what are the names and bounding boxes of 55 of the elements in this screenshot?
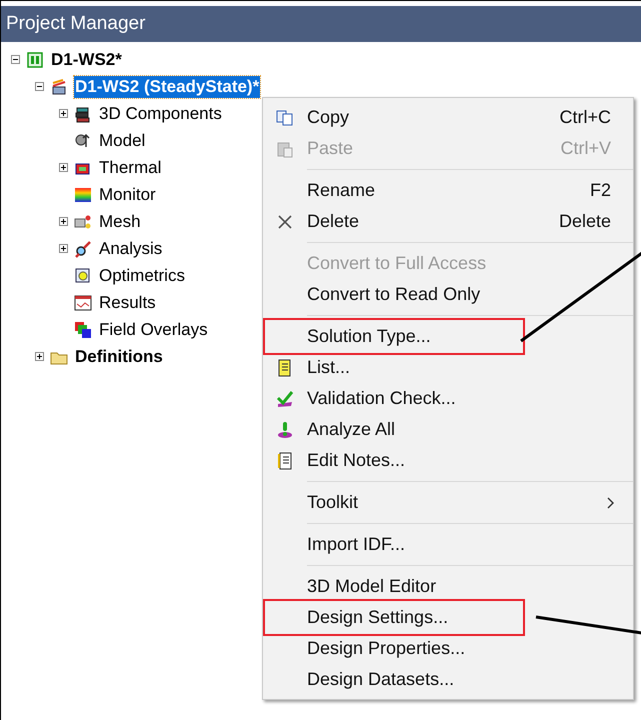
checkmark-icon: [276, 390, 294, 408]
menu-item[interactable]: Design Settings...: [307, 604, 448, 631]
tree-item[interactable]: D1-WS2*: [50, 48, 123, 70]
shortcut-label: F2: [590, 179, 612, 202]
board-icon: [26, 50, 44, 68]
tree-item[interactable]: Results: [98, 292, 157, 314]
tree-item[interactable]: Monitor: [98, 184, 157, 206]
panel-title-bar: Project Manager: [1, 6, 641, 42]
paste-icon: [276, 140, 294, 158]
menu-item[interactable]: Delete: [307, 208, 360, 235]
stacked-blocks-icon: [74, 104, 92, 122]
menu-item[interactable]: Design Datasets...: [307, 666, 454, 693]
menu-item[interactable]: Convert to Read Only: [307, 281, 480, 308]
expand-toggle[interactable]: [59, 217, 68, 226]
menu-item[interactable]: Validation Check...: [307, 385, 456, 412]
tree-item[interactable]: Model: [98, 130, 146, 152]
menu-item[interactable]: Import IDF...: [307, 531, 406, 558]
chart-window-icon: [74, 294, 92, 312]
menu-item[interactable]: Copy: [307, 104, 350, 131]
tree-item[interactable]: D1-WS2 (SteadyState)*: [74, 76, 260, 98]
probe-icon: [74, 240, 92, 258]
expand-toggle[interactable]: [59, 163, 68, 172]
notepad-icon: [276, 452, 294, 470]
design-icon: [50, 78, 68, 96]
gradient-bar-icon: [74, 186, 92, 204]
menu-item[interactable]: Solution Type...: [307, 323, 431, 350]
expand-toggle[interactable]: [59, 244, 68, 253]
delete-icon: [276, 212, 294, 230]
shortcut-label: Ctrl+V: [560, 137, 612, 160]
tree-item[interactable]: Definitions: [74, 346, 164, 368]
menu-item[interactable]: List...: [307, 354, 350, 381]
shortcut-label: Ctrl+C: [559, 106, 612, 129]
copy-icon: [276, 108, 294, 126]
tree-item[interactable]: Thermal: [98, 156, 162, 178]
collapse-toggle[interactable]: [11, 55, 20, 64]
tree-item[interactable]: 3D Components: [98, 102, 223, 124]
menu-item[interactable]: 3D Model Editor: [307, 573, 436, 600]
exclamation-icon: [276, 420, 294, 438]
menu-item[interactable]: Design Properties...: [307, 635, 466, 662]
shortcut-label: Delete: [558, 210, 612, 233]
mesh-icon: [74, 212, 92, 230]
expand-toggle[interactable]: [59, 109, 68, 118]
tree-item[interactable]: Mesh: [98, 210, 142, 232]
menu-item[interactable]: Analyze All: [307, 416, 396, 443]
tree-item[interactable]: Analysis: [98, 238, 164, 260]
menu-item[interactable]: Toolkit: [307, 489, 358, 516]
chevron-right-icon: [607, 496, 615, 508]
tree-item[interactable]: Field Overlays: [98, 318, 209, 340]
layered-squares-icon: [74, 320, 92, 338]
model-icon: [74, 132, 92, 150]
menu-item[interactable]: Rename: [307, 177, 376, 204]
menu-item[interactable]: Edit Notes...: [307, 447, 406, 474]
expand-toggle[interactable]: [35, 352, 44, 361]
tree-item[interactable]: Optimetrics: [98, 264, 186, 286]
collapse-toggle[interactable]: [35, 82, 44, 91]
